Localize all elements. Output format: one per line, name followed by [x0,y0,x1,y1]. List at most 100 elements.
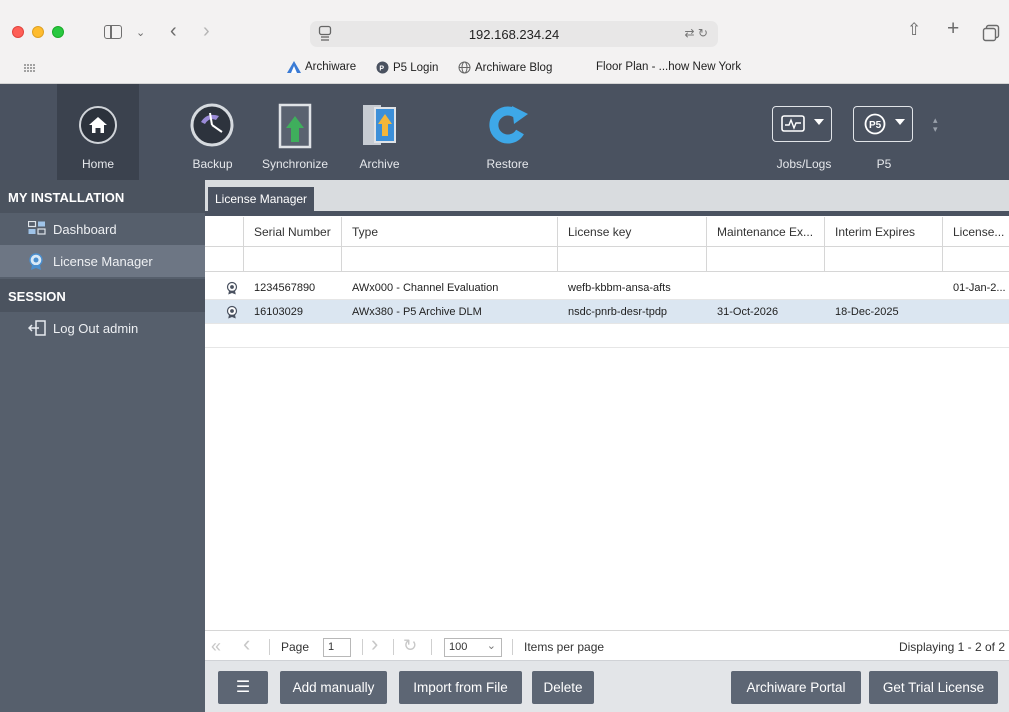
refresh-icon[interactable]: ↻ [403,637,417,655]
first-page-icon[interactable]: « [211,637,221,655]
table-row[interactable]: 16103029 AWx380 - P5 Archive DLM nsdc-pn… [205,300,1009,324]
synchronize-icon [278,103,312,149]
license-grid: Serial Number Type License key Maintenan… [205,217,1009,348]
filter-cell[interactable] [205,247,244,271]
forward-button[interactable]: › [203,21,210,41]
toolbar-archive-button[interactable]: Archive [342,84,417,180]
window-controls [12,26,64,38]
filter-license-key[interactable] [558,247,707,271]
column-header-serial-number[interactable]: Serial Number [244,217,342,246]
column-header-license-key[interactable]: License key [558,217,707,246]
bookmarks-bar: Archiware P P5 Login Archiware Blog Floo… [0,58,1009,80]
cell-type: AWx000 - Channel Evaluation [352,282,499,294]
page-number-input[interactable]: 1 [323,638,351,657]
filter-interim-expires[interactable] [825,247,943,271]
address-bar[interactable]: 192.168.234.24 ⇄ ↻ [310,21,718,47]
bookmark-archiware[interactable]: Archiware [287,61,356,73]
toolbar-restore-button[interactable]: Restore [470,84,545,180]
new-tab-icon[interactable]: + [947,18,959,39]
translate-reload-icon[interactable]: ⇄ ↻ [685,26,708,40]
license-icon [29,253,43,270]
sidebar-item-license-manager[interactable]: License Manager [0,245,205,277]
logout-icon [28,320,46,336]
filter-serial-number[interactable] [244,247,342,271]
items-per-page-label: Items per page [524,640,605,654]
column-header-license-expires[interactable]: License... [943,217,1009,246]
license-row-icon [205,300,244,323]
toolbar-home-button[interactable]: Home [57,84,139,180]
app-toolbar: Home Backup Synchronize Archive Restore [0,84,1009,180]
delete-button[interactable]: Delete [532,671,594,704]
minimize-window-button[interactable] [32,26,44,38]
cell-license-expires: 01-Jan-2... [953,282,1006,294]
add-manually-button[interactable]: Add manually [280,671,387,704]
cell-license-key: wefb-kbbm-ansa-afts [568,282,671,294]
sidebar-item-logout[interactable]: Log Out admin [0,312,205,344]
home-icon [79,106,117,144]
grid-filter-row [205,247,1009,272]
cell-maintenance-expires: 31-Oct-2026 [717,306,779,318]
filter-license-expires[interactable] [943,247,1009,271]
filter-type[interactable] [342,247,558,271]
toolbar-backup-button[interactable]: Backup [175,84,250,180]
jobs-logs-dropdown[interactable] [772,106,832,142]
chevron-down-icon[interactable]: ⌄ [136,25,145,41]
get-trial-license-button[interactable]: Get Trial License [869,671,998,704]
filter-maintenance-expires[interactable] [707,247,825,271]
svg-text:P5: P5 [869,120,882,131]
menu-button[interactable]: ☰ [218,671,268,704]
next-page-icon[interactable]: › [371,633,378,655]
globe-icon [458,61,471,74]
zoom-window-button[interactable] [52,26,64,38]
toolbar-p5-button[interactable]: P5 P5 [850,84,918,180]
close-window-button[interactable] [12,26,24,38]
page-label: Page [281,640,310,654]
toolbar-overflow-icon[interactable]: ▴ ▾ [933,116,938,134]
back-button[interactable]: ‹ [170,21,177,41]
table-row-empty [205,324,1009,348]
cell-license-expires [943,300,1009,323]
table-row[interactable]: 1234567890 AWx000 - Channel Evaluation w… [205,276,1009,300]
bookmark-archiware-blog[interactable]: Archiware Blog [458,61,552,74]
archiware-portal-button[interactable]: Archiware Portal [731,671,861,704]
dashboard-icon [28,221,46,235]
sidebar-item-dashboard[interactable]: Dashboard [0,213,205,245]
p5-logo-icon: P [376,61,389,74]
displaying-count: Displaying 1 - 2 of 2 [898,640,1005,654]
p5-dropdown[interactable]: P5 [853,106,913,142]
tab-license-manager[interactable]: License Manager [208,187,315,211]
column-header-icon[interactable] [205,217,244,246]
bookmark-p5-login[interactable]: P P5 Login [376,61,438,74]
column-header-type[interactable]: Type [342,217,558,246]
tab-overview-icon[interactable] [982,24,1000,42]
import-from-file-button[interactable]: Import from File [399,671,522,704]
main-panel: License Manager Serial Number Type Licen… [205,180,1009,712]
sidebar-section-my-installation: MY INSTALLATION [0,180,205,213]
toolbar-jobs-logs-button[interactable]: Jobs/Logs [765,84,843,180]
archiware-logo-icon [287,61,301,73]
sidebar: MY INSTALLATION Dashboard License Manage… [0,180,205,712]
bookmark-floor-plan[interactable]: Floor Plan - ...how New York [596,61,741,73]
cell-license-key: nsdc-pnrb-desr-tpdp [568,306,668,318]
chevron-down-icon: ⌄ [486,640,496,652]
share-icon[interactable]: ⇧ [907,21,921,38]
tab-bar: License Manager [205,180,1009,216]
paging-toolbar: « ‹ Page 1 › ↻ 100 ⌄ Items per page Disp… [205,630,1009,660]
column-header-maintenance-expires[interactable]: Maintenance Ex... [707,217,825,246]
restore-icon [489,106,528,144]
toolbar-synchronize-button[interactable]: Synchronize [255,84,335,180]
items-per-page-select[interactable]: 100 ⌄ [444,638,502,657]
column-header-interim-expires[interactable]: Interim Expires [825,217,943,246]
svg-text:P: P [379,66,384,73]
archive-icon [363,105,396,145]
previous-page-icon[interactable]: ‹ [243,633,250,655]
backup-clock-icon [190,103,234,147]
cell-serial-number: 1234567890 [254,282,316,294]
chevron-down-icon [814,119,824,125]
action-button-bar: ☰ Add manually Import from File Delete A… [205,660,1009,712]
cell-type: AWx380 - P5 Archive DLM [352,306,482,318]
cell-serial-number: 16103029 [254,306,303,318]
sidebar-toggle-icon[interactable] [104,25,122,39]
sidebar-section-session: SESSION [0,279,205,312]
p5-icon: P5 [864,113,886,135]
